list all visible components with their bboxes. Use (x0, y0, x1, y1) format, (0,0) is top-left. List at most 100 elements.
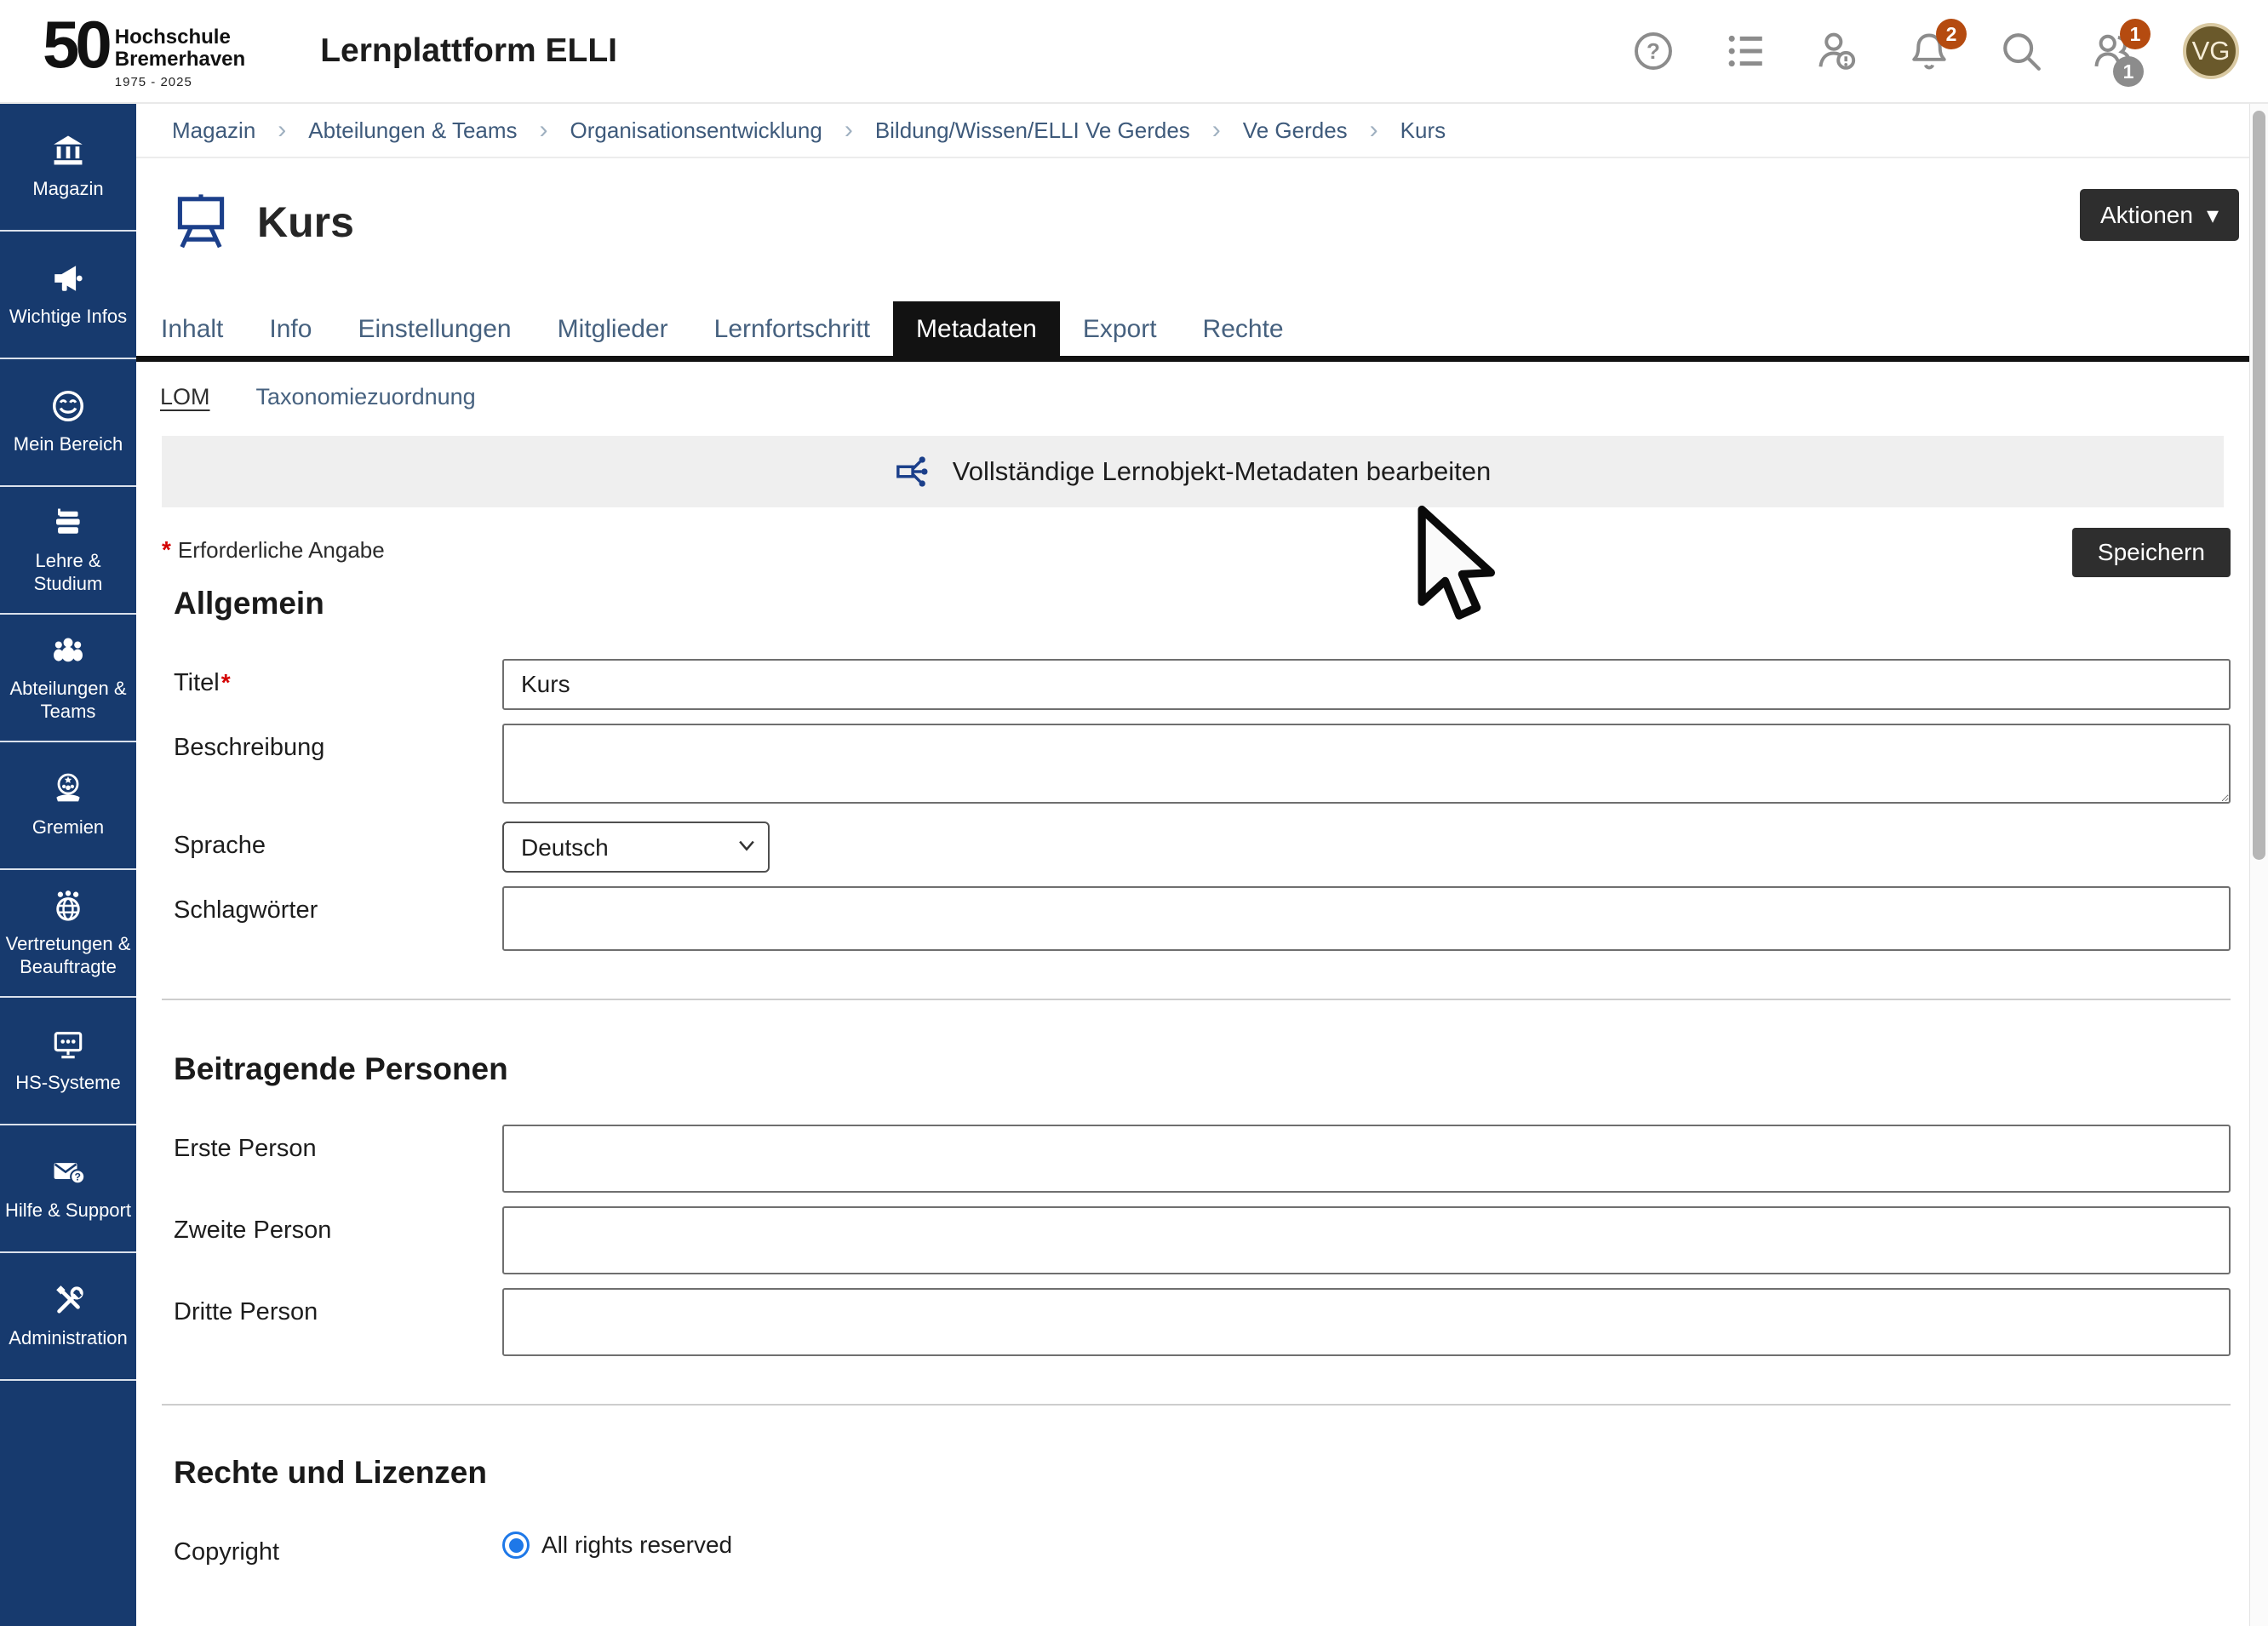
top-header: 50 Hochschule Bremerhaven 1975 - 2025 Le… (0, 0, 2268, 104)
smiley-icon (49, 388, 88, 424)
sidebar-item-gremien[interactable]: Gremien (0, 742, 136, 870)
dritte-person-label: Dritte Person (162, 1288, 502, 1356)
sidebar-item-wichtige-infos[interactable]: Wichtige Infos (0, 232, 136, 359)
page-title: Kurs (257, 198, 354, 247)
required-star: * (162, 536, 171, 563)
logo-years: 1975 - 2025 (115, 75, 245, 89)
sidebar-item-magazin[interactable]: Magazin (0, 104, 136, 232)
sidebar-item-abteilungen-teams[interactable]: Abteilungen & Teams (0, 615, 136, 742)
people-group-icon (49, 633, 88, 668)
sidebar-item-lehre-studium[interactable]: Lehre & Studium (0, 487, 136, 615)
mail-question-icon: ? (49, 1154, 88, 1190)
sidebar-item-vertretungen-beauftragte[interactable]: Vertretungen & Beauftragte (0, 870, 136, 998)
zweite-person-label: Zweite Person (162, 1206, 502, 1274)
tab-rechte[interactable]: Rechte (1180, 301, 1307, 356)
breadcrumb-item[interactable]: Organisationsentwicklung (570, 117, 822, 144)
titel-input[interactable] (502, 659, 2231, 710)
globe-people-icon (49, 888, 88, 924)
caret-down-icon: ▾ (2207, 201, 2219, 229)
erste-person-input[interactable] (502, 1125, 2231, 1193)
copyright-label: Copyright (162, 1528, 502, 1566)
sidebar-item-label: Lehre & Studium (4, 549, 132, 596)
megaphone-icon (49, 261, 88, 296)
speichern-button[interactable]: Speichern (2072, 528, 2231, 577)
dritte-person-input[interactable] (502, 1288, 2231, 1356)
required-note: *Erforderliche Angabe (162, 528, 385, 564)
radio-selected-dot (509, 1538, 524, 1553)
sidebar-item-label: Mein Bereich (14, 432, 123, 456)
breadcrumb-item[interactable]: Magazin (172, 117, 255, 144)
help-icon[interactable]: ? (1631, 29, 1675, 73)
university-logo[interactable]: 50 Hochschule Bremerhaven 1975 - 2025 (43, 13, 245, 89)
user-activity-icon[interactable] (1815, 29, 1859, 73)
contacts-badge-total: 1 (2113, 56, 2144, 87)
sprache-label: Sprache (162, 822, 502, 873)
bank-icon (49, 133, 88, 169)
breadcrumb-separator: › (278, 116, 286, 145)
titel-required-star: * (221, 669, 231, 696)
course-easel-icon (170, 190, 232, 255)
bell-icon[interactable]: 2 (1907, 29, 1951, 73)
edit-full-metadata-label: Vollständige Lernobjekt-Metadaten bearbe… (953, 456, 1492, 487)
tab-inhalt[interactable]: Inhalt (138, 301, 246, 356)
monitor-icon (49, 1027, 88, 1062)
section-heading-rechte-lizenzen: Rechte und Lizenzen (174, 1455, 2231, 1491)
user-avatar[interactable]: VG (2183, 23, 2239, 79)
sidebar-item-hilfe-support[interactable]: ? Hilfe & Support (0, 1125, 136, 1253)
section-heading-beitragende-personen: Beitragende Personen (174, 1051, 2231, 1087)
metadata-hub-icon (895, 452, 934, 491)
svg-text:?: ? (1647, 38, 1660, 64)
breadcrumb-item[interactable]: Kurs (1400, 117, 1446, 144)
app-title: Lernplattform ELLI (320, 32, 617, 70)
tab-mitglieder[interactable]: Mitglieder (535, 301, 691, 356)
aktionen-button[interactable]: Aktionen ▾ (2080, 189, 2239, 241)
breadcrumb-item[interactable]: Ve Gerdes (1243, 117, 1348, 144)
edit-full-metadata-button[interactable]: Vollständige Lernobjekt-Metadaten bearbe… (162, 436, 2224, 507)
beschreibung-label: Beschreibung (162, 724, 502, 808)
schlagwoerter-label: Schlagwörter (162, 886, 502, 951)
sidebar-item-label: Administration (9, 1326, 127, 1350)
subtab-lom[interactable]: LOM (160, 384, 210, 410)
tab-einstellungen[interactable]: Einstellungen (335, 301, 534, 356)
tab-lernfortschritt[interactable]: Lernfortschritt (691, 301, 893, 356)
breadcrumb-item[interactable]: Bildung/Wissen/ELLI Ve Gerdes (875, 117, 1190, 144)
main-sidebar: Magazin Wichtige Infos Mein Bereich Lehr… (0, 104, 136, 1626)
breadcrumb-item[interactable]: Abteilungen & Teams (308, 117, 517, 144)
section-heading-allgemein: Allgemein (174, 586, 2231, 621)
scrollbar-thumb[interactable] (2253, 111, 2265, 860)
breadcrumb-separator: › (845, 116, 853, 145)
sidebar-item-label: Magazin (32, 177, 103, 201)
todo-list-icon[interactable] (1723, 29, 1767, 73)
breadcrumb-separator: › (1370, 116, 1378, 145)
section-divider (162, 999, 2231, 1000)
sprache-select[interactable]: Deutsch (502, 822, 770, 873)
tab-metadaten[interactable]: Metadaten (893, 301, 1060, 356)
breadcrumb: Magazin › Abteilungen & Teams › Organisa… (136, 104, 2249, 158)
contacts-badge-new: 1 (2120, 19, 2151, 49)
vertical-scrollbar[interactable] (2249, 104, 2268, 1626)
logo-name-2: Bremerhaven (115, 49, 245, 71)
svg-text:?: ? (74, 1171, 80, 1183)
notifications-badge: 2 (1936, 19, 1967, 49)
subtab-taxonomiezuordnung[interactable]: Taxonomiezuordnung (256, 384, 476, 410)
zweite-person-input[interactable] (502, 1206, 2231, 1274)
sidebar-item-label: Abteilungen & Teams (4, 677, 132, 724)
section-divider (162, 1404, 2231, 1406)
aktionen-label: Aktionen (2100, 202, 2193, 229)
sidebar-item-label: Vertretungen & Beauftragte (4, 932, 132, 979)
breadcrumb-separator: › (540, 116, 548, 145)
schlagwoerter-input[interactable] (502, 886, 2231, 951)
main-content: Magazin › Abteilungen & Teams › Organisa… (136, 104, 2249, 1626)
tab-export[interactable]: Export (1060, 301, 1180, 356)
sidebar-item-administration[interactable]: Administration (0, 1253, 136, 1381)
logo-name-1: Hochschule (115, 26, 245, 49)
copyright-radio[interactable] (502, 1532, 530, 1559)
books-icon (49, 505, 88, 541)
sidebar-item-mein-bereich[interactable]: Mein Bereich (0, 359, 136, 487)
search-icon[interactable] (1999, 29, 2043, 73)
committee-icon (49, 771, 88, 807)
sidebar-item-hs-systeme[interactable]: HS-Systeme (0, 998, 136, 1125)
contacts-icon[interactable]: 1 1 (2091, 29, 2135, 73)
tab-info[interactable]: Info (246, 301, 335, 356)
beschreibung-textarea[interactable] (502, 724, 2231, 804)
